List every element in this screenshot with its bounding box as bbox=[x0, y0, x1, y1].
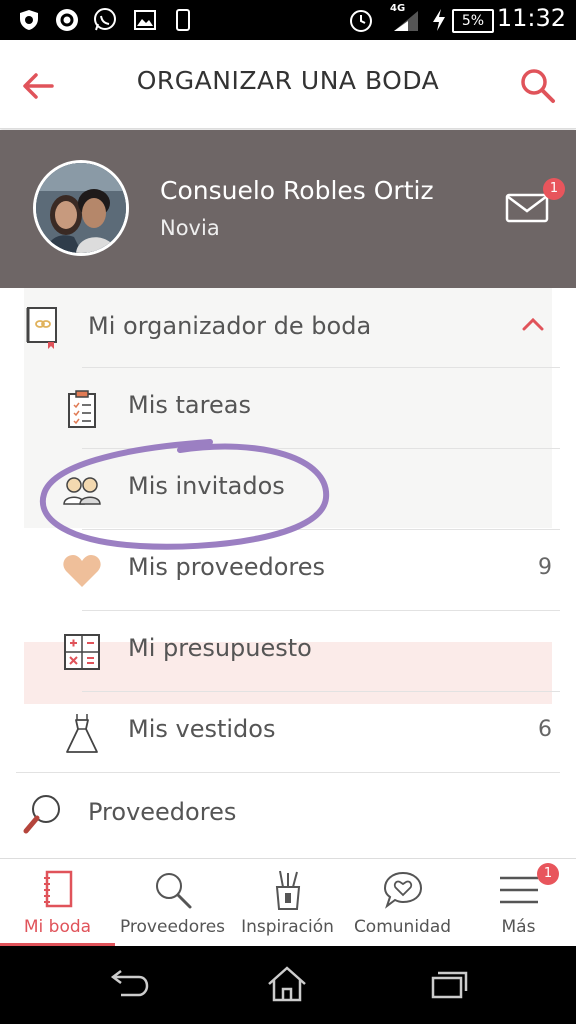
pencil-cup-icon bbox=[230, 867, 345, 913]
menu-item-label: Mi presupuesto bbox=[128, 634, 312, 662]
nav-label: Proveedores bbox=[119, 917, 226, 937]
menu-item-providers[interactable]: Proveedores bbox=[0, 774, 576, 854]
search-button[interactable] bbox=[518, 66, 558, 106]
circle-app-icon bbox=[54, 7, 80, 33]
alarm-icon bbox=[348, 7, 374, 33]
bottom-navigation: Mi boda Proveedores Inspiración Comunida… bbox=[0, 858, 576, 947]
nav-mi-boda[interactable]: Mi boda bbox=[0, 859, 115, 947]
whatsapp-icon bbox=[92, 7, 118, 33]
more-badge: 1 bbox=[537, 863, 559, 885]
messages-button[interactable]: 1 bbox=[505, 178, 565, 224]
status-bar: 4G 5% 11:32 bbox=[0, 0, 576, 40]
image-icon bbox=[132, 7, 158, 33]
recents-icon[interactable] bbox=[424, 962, 474, 1006]
divider bbox=[82, 691, 560, 692]
notebook-icon bbox=[0, 867, 115, 913]
battery-icon: 5% bbox=[452, 9, 494, 33]
clipboard-checklist-icon bbox=[62, 387, 102, 431]
section-label: Mi organizador de boda bbox=[88, 312, 372, 340]
divider bbox=[16, 772, 560, 773]
nav-label: Comunidad bbox=[353, 917, 452, 937]
phone-icon bbox=[170, 7, 196, 33]
nav-mas[interactable]: 1 Más bbox=[461, 859, 576, 947]
charging-icon bbox=[426, 7, 452, 33]
menu-item-presupuesto[interactable]: Mi presupuesto bbox=[0, 612, 576, 692]
mail-icon bbox=[505, 193, 549, 223]
dress-icon bbox=[62, 711, 102, 755]
menu-item-vestidos[interactable]: Mis vestidos 6 bbox=[0, 693, 576, 773]
annotation-circle bbox=[39, 439, 330, 550]
organizer-menu: Mi organizador de boda Mis tareas Mis in… bbox=[0, 288, 576, 858]
nav-label: Más bbox=[501, 917, 536, 937]
magnifier-icon bbox=[22, 792, 62, 836]
menu-item-count: 6 bbox=[538, 717, 552, 742]
page-title: ORGANIZAR UNA BODA bbox=[136, 66, 440, 95]
divider bbox=[82, 610, 560, 611]
clock: 11:32 bbox=[496, 4, 566, 32]
home-icon[interactable] bbox=[262, 962, 312, 1006]
app-bar: ORGANIZAR UNA BODA bbox=[0, 40, 576, 129]
signal-icon: 4G bbox=[388, 3, 424, 33]
chat-heart-icon bbox=[345, 867, 460, 913]
chevron-up-icon[interactable] bbox=[522, 316, 544, 335]
search-icon bbox=[115, 867, 230, 913]
section-organizer[interactable]: Mi organizador de boda bbox=[0, 288, 576, 368]
planner-book-icon bbox=[22, 306, 62, 350]
profile-header: Consuelo Robles Ortiz Novia 1 bbox=[0, 130, 576, 288]
nav-label: Mi boda bbox=[23, 917, 92, 937]
search-icon bbox=[521, 69, 555, 103]
menu-item-label: Mis vestidos bbox=[128, 715, 276, 743]
nav-inspiracion[interactable]: Inspiración bbox=[230, 859, 345, 947]
calculator-icon bbox=[62, 630, 102, 674]
nav-comunidad[interactable]: Comunidad bbox=[345, 859, 460, 947]
menu-item-label: Mis tareas bbox=[128, 391, 251, 419]
mail-badge: 1 bbox=[543, 178, 565, 200]
profile-name: Consuelo Robles Ortiz bbox=[160, 176, 434, 205]
profile-role: Novia bbox=[160, 216, 220, 240]
nav-label: Inspiración bbox=[241, 917, 334, 937]
back-icon[interactable] bbox=[104, 962, 154, 1006]
menu-item-label: Proveedores bbox=[88, 798, 237, 826]
shield-icon bbox=[16, 7, 42, 33]
nav-proveedores[interactable]: Proveedores bbox=[115, 859, 230, 947]
divider bbox=[82, 367, 560, 368]
menu-item-count: 9 bbox=[538, 555, 552, 580]
system-navigation bbox=[0, 946, 576, 1024]
avatar[interactable] bbox=[33, 160, 129, 256]
